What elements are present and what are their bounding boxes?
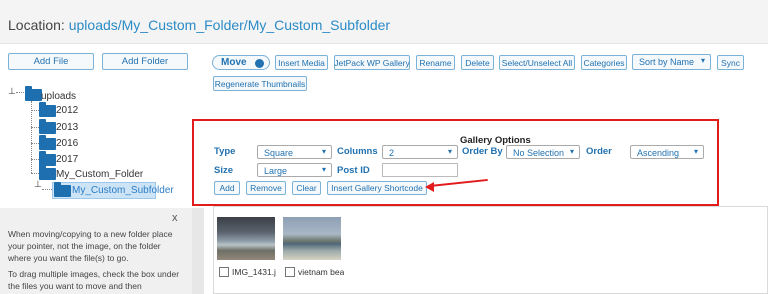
columns-select-value: 2 (389, 148, 395, 158)
tree-connector (31, 110, 39, 111)
gallery-options-panel: Gallery Options Type Square ▾ Columns 2 … (192, 119, 719, 206)
categories-button[interactable]: Categories (581, 55, 627, 70)
rename-button[interactable]: Rename (416, 55, 455, 70)
order-by-label: Order By (462, 146, 503, 157)
jetpack-gallery-button[interactable]: JetPack WP Gallery (334, 55, 410, 70)
select-all-button[interactable]: Select/Unselect All (499, 55, 575, 70)
chevron-down-icon: ▾ (321, 165, 326, 174)
file-checkbox[interactable] (219, 267, 229, 277)
close-icon[interactable]: x (172, 212, 178, 224)
folder-icon (39, 135, 56, 150)
regenerate-thumbnails-button[interactable]: Regenerate Thumbnails (213, 76, 307, 91)
chevron-down-icon: ▾ (693, 147, 698, 156)
delete-button[interactable]: Delete (461, 55, 494, 70)
location-label: Location: uploads/My_Custom_Folder/My_Cu… (8, 17, 390, 33)
size-select[interactable]: Large ▾ (257, 163, 332, 177)
file-thumbnail[interactable] (283, 217, 341, 260)
help-panel: x When moving/copying to a new folder pl… (0, 208, 192, 294)
location-bar: Location: uploads/My_Custom_Folder/My_Cu… (0, 0, 768, 44)
tree-connector (31, 173, 39, 174)
chevron-down-icon: ▾ (321, 147, 326, 156)
sort-select-value: Sort by Name (639, 57, 695, 67)
move-toggle-label: Move (221, 57, 247, 68)
help-text-move: When moving/copying to a new folder plac… (8, 229, 173, 263)
order-select-value: Ascending (637, 148, 680, 158)
arrow-left-icon (425, 182, 434, 192)
columns-label: Columns (337, 146, 378, 157)
tree-item-my-custom-subfolder[interactable]: My_Custom_Subfolder (72, 185, 174, 196)
insert-media-button[interactable]: Insert Media (275, 55, 328, 70)
folder-icon (25, 86, 42, 101)
type-label: Type (214, 146, 236, 157)
order-label: Order (586, 146, 612, 157)
file-thumbnail[interactable] (217, 217, 275, 260)
toggle-knob-icon (255, 59, 264, 68)
location-path-link[interactable]: uploads/My_Custom_Folder/My_Custom_Subfo… (69, 17, 390, 33)
order-select[interactable]: Ascending ▾ (630, 145, 704, 159)
add-folder-button[interactable]: Add Folder (102, 53, 188, 70)
collapse-icon[interactable]: ⊥ (8, 86, 16, 97)
folder-open-icon (54, 182, 71, 197)
gallery-add-button[interactable]: Add (214, 181, 240, 195)
tree-connector (31, 159, 39, 160)
post-id-label: Post ID (337, 165, 370, 176)
tree-item-2016[interactable]: 2016 (56, 138, 78, 149)
sync-button[interactable]: Sync (717, 55, 744, 70)
file-name: vietnam beach (298, 267, 344, 277)
add-file-button[interactable]: Add File (8, 53, 94, 70)
tree-connector (16, 92, 24, 93)
tree-item-uploads[interactable]: uploads (41, 91, 76, 102)
post-id-input[interactable] (382, 163, 458, 177)
help-scrollbar[interactable] (192, 208, 204, 294)
order-by-select-value: No Selection (513, 148, 565, 158)
folder-icon (39, 119, 56, 134)
file-checkbox[interactable] (285, 267, 295, 277)
size-select-value: Large (264, 166, 288, 176)
chevron-down-icon: ▾ (569, 147, 574, 156)
chevron-down-icon: ▾ (700, 56, 705, 65)
move-toggle[interactable]: Move (212, 55, 270, 70)
tree-item-2012[interactable]: 2012 (56, 105, 78, 116)
order-by-select[interactable]: No Selection ▾ (506, 145, 580, 159)
tree-connector (42, 189, 52, 190)
insert-gallery-shortcode-button[interactable]: Insert Gallery Shortcode (327, 181, 427, 195)
tree-item-2017[interactable]: 2017 (56, 154, 78, 165)
columns-select[interactable]: 2 ▾ (382, 145, 458, 159)
gallery-remove-button[interactable]: Remove (246, 181, 286, 195)
tree-connector (31, 127, 39, 128)
location-prefix: Location: (8, 17, 69, 33)
tree-connector (31, 143, 39, 144)
tree-item-2013[interactable]: 2013 (56, 122, 78, 133)
gallery-clear-button[interactable]: Clear (292, 181, 321, 195)
tree-connector (31, 101, 32, 173)
collapse-icon[interactable]: ⊥ (34, 179, 42, 190)
size-label: Size (214, 165, 234, 176)
type-select-value: Square (264, 148, 294, 158)
file-list: IMG_1431.jpg vietnam beach (213, 206, 768, 294)
sort-select[interactable]: Sort by Name ▾ (632, 54, 711, 70)
file-name: IMG_1431.jpg (232, 267, 276, 277)
help-text-drag: To drag multiple images, check the box u… (8, 269, 180, 291)
tree-item-my-custom-folder[interactable]: My_Custom_Folder (56, 169, 143, 180)
type-select[interactable]: Square ▾ (257, 145, 332, 159)
chevron-down-icon: ▾ (447, 147, 452, 156)
folder-icon (39, 102, 56, 117)
